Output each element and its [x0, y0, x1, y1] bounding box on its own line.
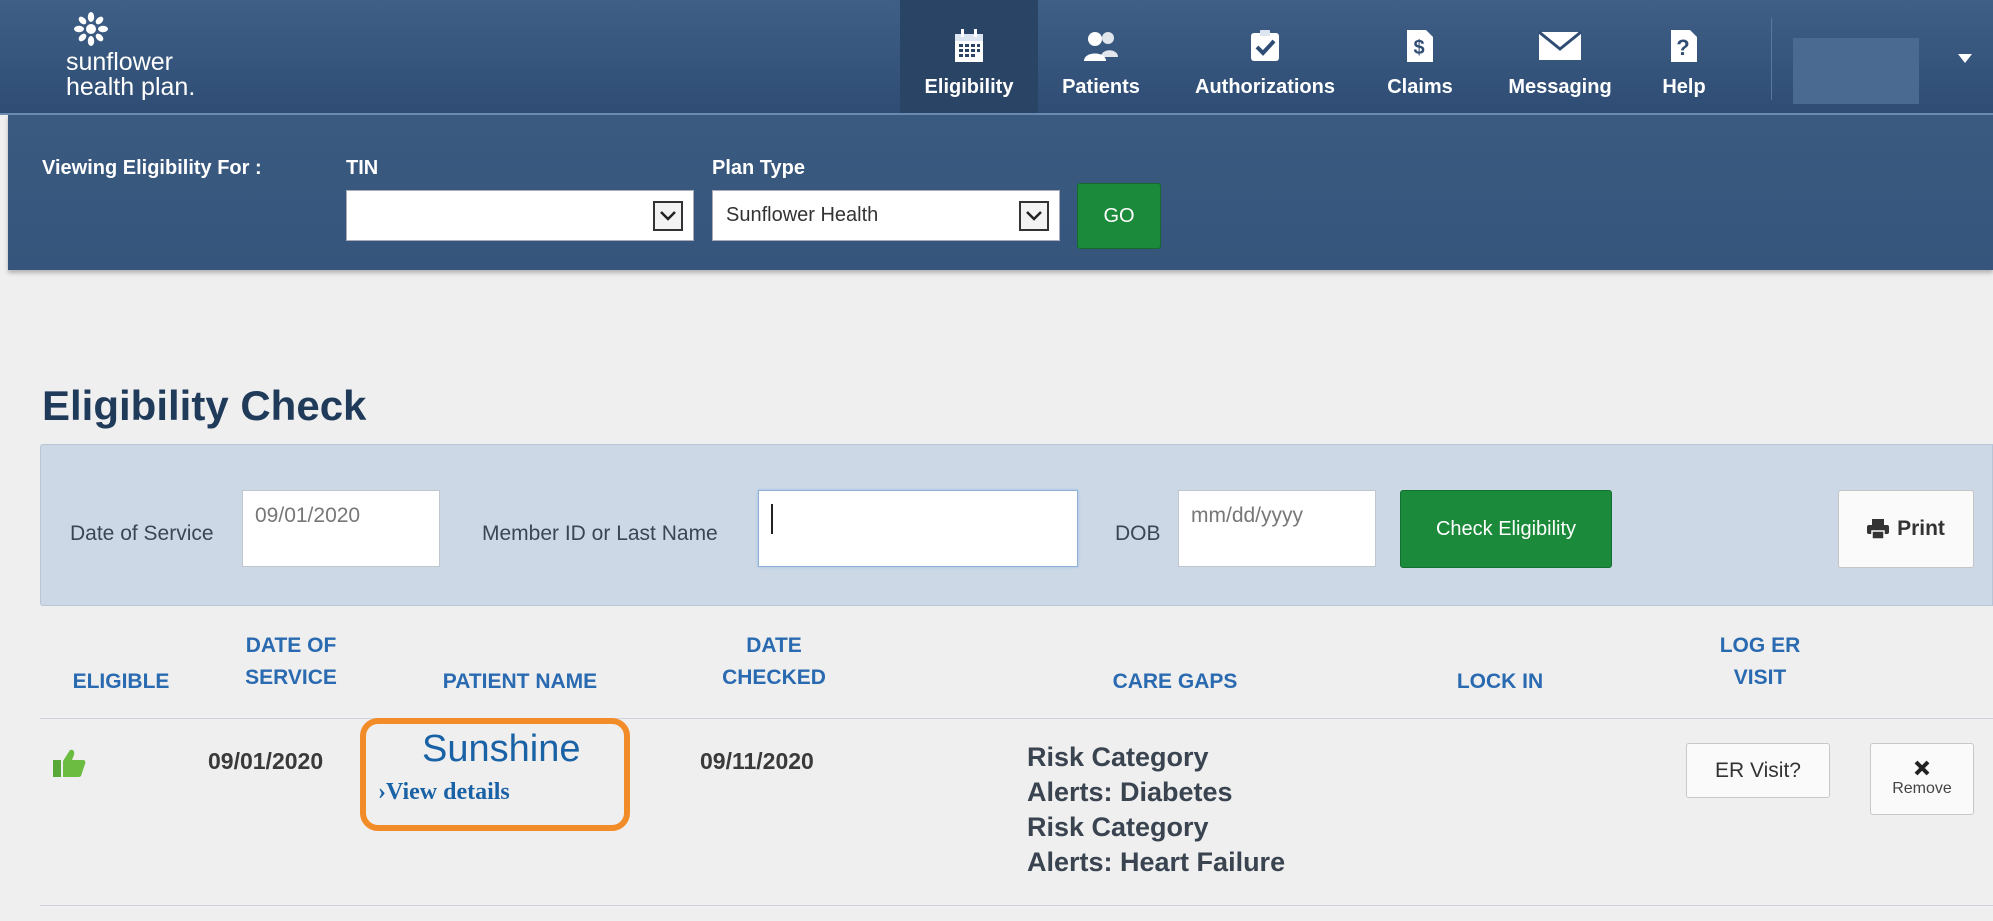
help-icon: ? — [1671, 30, 1697, 62]
col-date-of-service-line1: DATE OF — [245, 634, 337, 657]
col-care-gaps: CARE GAPS — [1112, 670, 1238, 693]
plan-type-select[interactable]: Sunflower Health — [712, 190, 1060, 241]
nav-label: Claims — [1387, 76, 1453, 98]
col-lock-in: LOCK IN — [1456, 670, 1544, 693]
svg-text:?: ? — [1676, 35, 1689, 60]
page-title: Eligibility Check — [42, 382, 367, 429]
col-log-er-visit: LOG ER VISIT — [1690, 630, 1830, 694]
care-gap-item: Alerts: Heart Failure — [1027, 847, 1286, 877]
er-visit-button[interactable]: ER Visit? — [1686, 743, 1830, 798]
nav-label: Eligibility — [924, 76, 1014, 98]
remove-button[interactable]: Remove — [1870, 743, 1974, 815]
nav-label: Authorizations — [1195, 76, 1335, 98]
user-account-menu[interactable] — [1793, 38, 1919, 104]
col-date-checked-line1: DATE — [746, 634, 802, 657]
users-icon — [1084, 32, 1118, 61]
brand-name-line1: sunflower — [66, 48, 173, 76]
thumbs-up-icon — [53, 749, 86, 777]
table-header-divider — [40, 718, 1993, 719]
go-button[interactable]: GO — [1077, 183, 1161, 249]
printer-icon — [1867, 519, 1890, 539]
check-eligibility-button[interactable]: Check Eligibility — [1400, 490, 1612, 568]
care-gap-item: Alerts: Diabetes — [1027, 777, 1233, 807]
col-date-of-service-line2: SERVICE — [245, 666, 337, 689]
remove-label: Remove — [1892, 780, 1952, 797]
tin-select[interactable] — [346, 190, 694, 241]
checkbox-icon — [1251, 30, 1279, 61]
text-cursor — [771, 504, 773, 534]
col-date-checked: DATE CHECKED — [694, 630, 854, 694]
dob-input[interactable]: mm/dd/yyyy — [1178, 490, 1376, 567]
dropdown-arrow-icon — [653, 200, 683, 231]
nav-separator — [1771, 18, 1772, 100]
print-button[interactable]: Print — [1838, 490, 1974, 568]
dollar-document-icon: $ — [1407, 30, 1433, 62]
date-of-service-input[interactable]: 09/01/2020 — [242, 490, 440, 567]
col-date-of-service: DATE OF SERVICE — [216, 630, 366, 694]
col-patient-name: PATIENT NAME — [442, 670, 598, 693]
tin-label: TIN — [346, 157, 379, 179]
nav-help[interactable]: ? Help — [1648, 0, 1720, 113]
row-date-checked: 09/11/2020 — [700, 748, 814, 774]
member-id-input[interactable] — [758, 490, 1078, 567]
col-log-er-visit-line2: VISIT — [1733, 666, 1787, 689]
close-icon — [1914, 760, 1930, 776]
patient-name-highlight — [360, 718, 630, 831]
plan-type-label: Plan Type — [712, 157, 805, 179]
calendar-icon — [955, 29, 983, 62]
sunflower-logo-icon — [74, 12, 108, 46]
row-date-of-service: 09/01/2020 — [208, 748, 324, 774]
col-log-er-visit-line1: LOG ER — [1719, 634, 1801, 657]
table-row-divider — [40, 905, 1993, 906]
nav-label: Patients — [1062, 76, 1140, 98]
print-label: Print — [1897, 517, 1945, 540]
col-date-checked-line2: CHECKED — [722, 666, 826, 689]
dropdown-arrow-icon — [1019, 200, 1049, 231]
nav-claims[interactable]: $ Claims — [1374, 0, 1466, 113]
date-of-service-label: Date of Service — [70, 522, 214, 545]
nav-patients[interactable]: Patients — [1046, 0, 1156, 113]
nav-eligibility[interactable]: Eligibility — [900, 0, 1038, 113]
care-gap-item: Risk Category — [1027, 812, 1209, 842]
viewing-eligibility-label: Viewing Eligibility For : — [42, 157, 262, 179]
nav-authorizations[interactable]: Authorizations — [1180, 0, 1350, 113]
envelope-icon — [1538, 31, 1582, 60]
top-navbar: sunflower health plan. Eligibility Patie… — [0, 0, 1993, 115]
nav-label: Messaging — [1508, 76, 1612, 98]
col-eligible: ELIGIBLE — [72, 670, 170, 693]
plan-type-value: Sunflower Health — [726, 204, 879, 226]
brand-name-line2: health plan. — [66, 73, 196, 101]
nav-label: Help — [1662, 76, 1706, 98]
chevron-down-icon[interactable] — [1958, 54, 1972, 63]
svg-text:$: $ — [1413, 37, 1424, 59]
nav-messaging[interactable]: Messaging — [1490, 0, 1630, 113]
row-care-gaps: Risk Category Alerts: Diabetes Risk Cate… — [1027, 740, 1285, 880]
member-id-label: Member ID or Last Name — [482, 522, 718, 545]
care-gap-item: Risk Category — [1027, 742, 1209, 772]
dob-label: DOB — [1115, 522, 1161, 545]
